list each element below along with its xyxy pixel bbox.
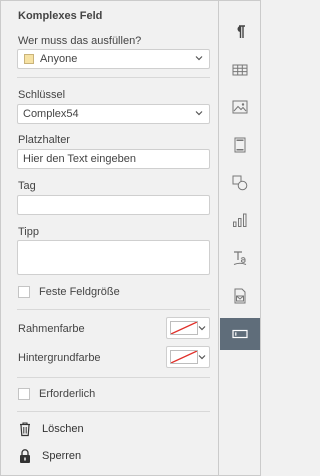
placeholder-input[interactable]: Hier den Text eingeben <box>17 149 210 169</box>
form-settings-panel: Komplexes Feld Wer muss das ausfüllen? A… <box>1 1 219 475</box>
lock-label: Sperren <box>42 450 82 462</box>
role-color-swatch <box>24 54 34 64</box>
fixed-size-checkbox[interactable] <box>18 286 30 298</box>
delete-label: Löschen <box>42 423 84 435</box>
mail-merge-icon <box>234 288 246 304</box>
background-color-label: Hintergrundfarbe <box>18 352 101 364</box>
app-frame: Komplexes Feld Wer muss das ausfüllen? A… <box>0 0 261 476</box>
text-art-settings-button[interactable] <box>220 242 260 274</box>
background-color-picker[interactable] <box>166 346 210 368</box>
paragraph-icon <box>237 25 245 38</box>
fill-by-value: Anyone <box>40 53 78 65</box>
form-settings-button[interactable] <box>220 318 260 350</box>
separator <box>17 411 210 412</box>
fill-by-label: Wer muss das ausfüllen? <box>18 35 142 47</box>
placeholder-value: Hier den Text eingeben <box>23 153 136 165</box>
lock-icon <box>20 449 30 463</box>
paragraph-settings-button[interactable] <box>220 16 260 48</box>
fixed-size-label: Feste Feldgröße <box>39 286 120 298</box>
tag-label: Tag <box>18 180 36 192</box>
border-color-label: Rahmenfarbe <box>18 323 85 335</box>
table-icon <box>232 64 248 76</box>
chevron-down-icon <box>195 56 203 61</box>
separator <box>17 377 210 378</box>
header-footer-settings-button[interactable] <box>220 129 260 161</box>
placeholder-label: Platzhalter <box>18 134 70 146</box>
chart-settings-button[interactable] <box>220 204 260 236</box>
key-value: Complex54 <box>23 108 79 120</box>
no-color-icon <box>171 322 197 334</box>
image-icon <box>232 100 248 114</box>
separator <box>17 77 210 78</box>
no-color-icon <box>171 351 197 363</box>
tag-input[interactable] <box>17 195 210 215</box>
table-settings-button[interactable] <box>220 54 260 86</box>
no-color-swatch <box>170 321 198 335</box>
trash-icon <box>20 422 30 437</box>
mail-merge-settings-button[interactable] <box>220 280 260 312</box>
shape-settings-button[interactable] <box>220 167 260 199</box>
tip-label: Tipp <box>18 226 39 238</box>
chart-icon <box>233 213 247 227</box>
no-color-swatch <box>170 350 198 364</box>
border-color-picker[interactable] <box>166 317 210 339</box>
tip-textarea[interactable] <box>17 240 210 275</box>
key-combobox[interactable]: Complex54 <box>17 104 210 124</box>
required-label: Erforderlich <box>39 388 96 400</box>
right-sidebar <box>220 1 260 475</box>
form-field-icon <box>232 329 248 339</box>
chevron-down-icon <box>198 355 206 360</box>
chevron-down-icon <box>198 326 206 331</box>
fill-by-select[interactable]: Anyone <box>17 49 210 69</box>
panel-title: Komplexes Feld <box>18 10 103 22</box>
chevron-down-icon[interactable] <box>195 109 203 117</box>
text-art-icon <box>233 251 247 265</box>
key-label: Schlüssel <box>18 89 66 101</box>
header-footer-icon <box>234 137 246 153</box>
required-checkbox[interactable] <box>18 388 30 400</box>
shape-icon <box>232 175 248 191</box>
image-settings-button[interactable] <box>220 91 260 123</box>
separator <box>17 309 210 310</box>
